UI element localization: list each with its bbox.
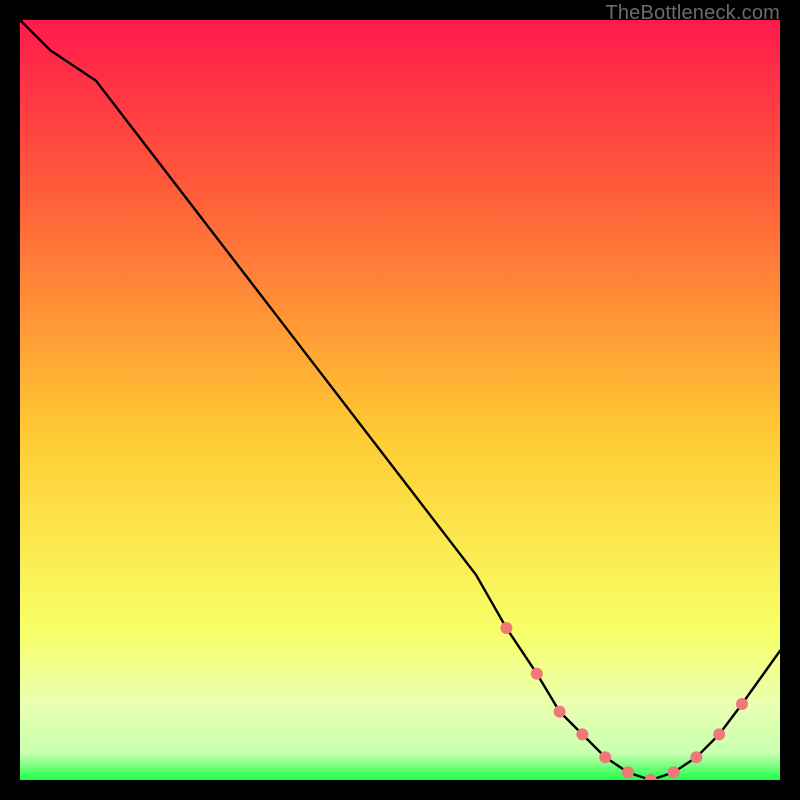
marker-dot [690,751,702,763]
marker-dot [576,728,588,740]
gradient-background [20,20,780,780]
marker-dot [736,698,748,710]
marker-dot [500,622,512,634]
bottleneck-chart [20,20,780,780]
marker-dot [622,766,634,778]
marker-dot [668,766,680,778]
marker-dot [554,706,566,718]
marker-dot [599,751,611,763]
marker-dot [531,668,543,680]
marker-dot [713,728,725,740]
chart-frame: TheBottleneck.com [0,0,800,800]
